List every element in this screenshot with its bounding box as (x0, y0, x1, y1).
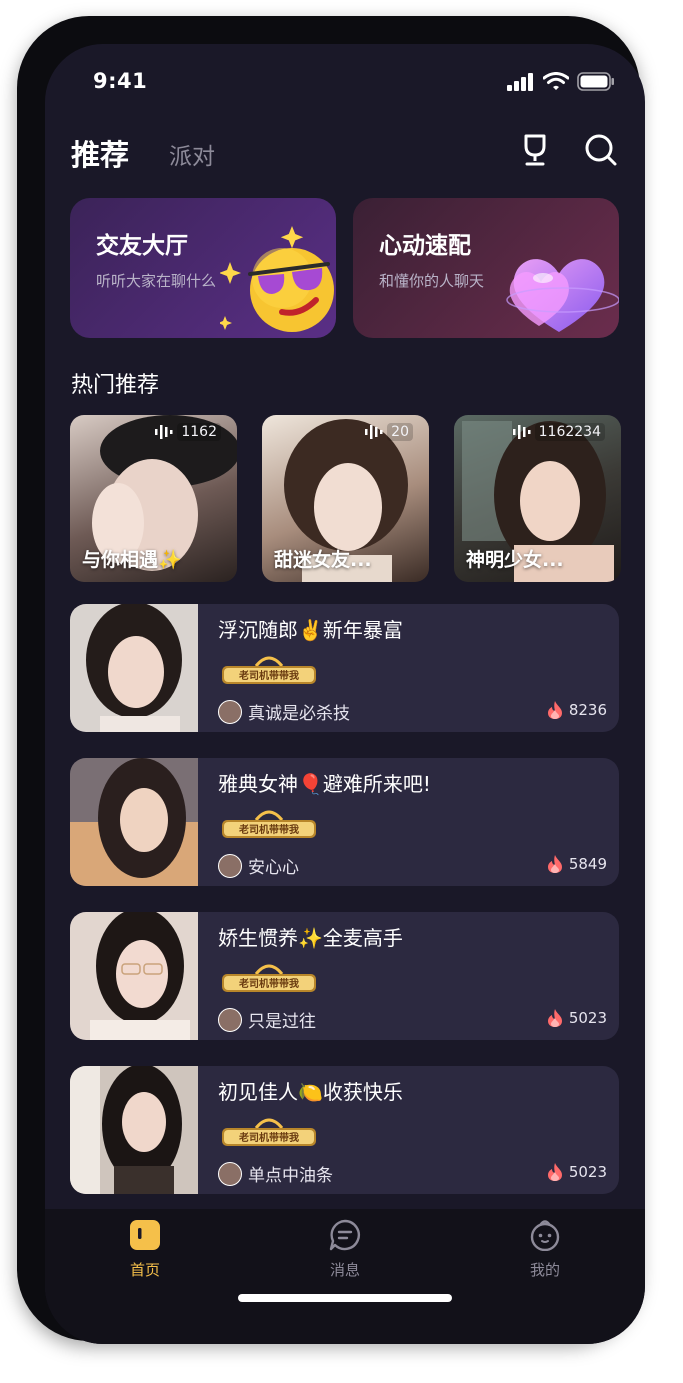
feature-speed-match-title: 心动速配 (379, 233, 471, 259)
listener-count: 20 (365, 423, 413, 441)
home-icon (130, 1220, 160, 1250)
tab-profile-label: 我的 (529, 1261, 560, 1279)
room-list-item[interactable]: 初见佳人🍋收获快乐 老司机带带我 单点中油条 5023 (70, 1066, 619, 1194)
room-heat-value: 5023 (568, 1163, 607, 1181)
room-badge-text: 老司机带带我 (239, 1133, 299, 1144)
hot-room-name: 甜迷女友... (274, 549, 372, 571)
tab-recommend[interactable]: 推荐 (71, 132, 129, 174)
room-heat-value: 5023 (568, 1009, 607, 1027)
profile-icon (530, 1220, 560, 1252)
feature-speed-match-card[interactable]: 心动速配 和懂你的人聊天 (353, 198, 619, 338)
wifi-icon (543, 72, 569, 90)
room-badge-text: 老司机带带我 (239, 979, 299, 990)
status-time: 9:41 (93, 69, 148, 93)
room-title: 浮沉随郎✌️新年暴富 (218, 618, 403, 642)
tab-home[interactable]: 首页 (95, 1219, 195, 1280)
flame-icon (547, 1009, 562, 1027)
phone-frame: 9:41 推荐 派对 交友大厅 听听大家在聊什么 心动速配 和懂你的人聊天 热门… (17, 16, 645, 1344)
flame-icon (547, 855, 562, 873)
feature-chat-hall-subtitle: 听听大家在聊什么 (96, 272, 217, 290)
feature-chat-hall-title: 交友大厅 (96, 233, 188, 259)
room-title: 娇生惯养✨全麦高手 (218, 926, 403, 950)
room-title: 初见佳人🍋收获快乐 (218, 1080, 403, 1104)
audio-wave-icon (365, 425, 383, 439)
listener-count: 1162234 (512, 423, 605, 441)
hot-room-card[interactable]: 20 甜迷女友... (262, 415, 429, 582)
room-thumbnail (70, 912, 198, 1040)
message-icon (329, 1219, 360, 1251)
room-owner-name: 单点中油条 (248, 1166, 333, 1186)
listener-count-value: 20 (387, 423, 413, 441)
room-thumbnail (70, 1066, 198, 1194)
room-list-item[interactable]: 浮沉随郎✌️新年暴富 老司机带带我 真诚是必杀技 8236 (70, 604, 619, 732)
room-owner[interactable]: 单点中油条 (218, 1161, 333, 1186)
audio-wave-icon (512, 425, 531, 439)
room-list-item[interactable]: 雅典女神🎈避难所来吧! 老司机带带我 安心心 5849 (70, 758, 619, 886)
tab-profile[interactable]: 我的 (495, 1219, 595, 1280)
tab-messages-label: 消息 (329, 1261, 360, 1279)
home-indicator (238, 1294, 452, 1302)
hot-room-name: 与你相遇✨ (82, 549, 182, 571)
signal-icon (507, 72, 533, 91)
listener-count-value: 1162234 (534, 423, 605, 441)
search-icon[interactable] (583, 132, 619, 168)
flame-icon (547, 1163, 562, 1181)
flame-icon (547, 701, 562, 719)
tab-party[interactable]: 派对 (169, 137, 215, 171)
hot-room-card[interactable]: 1162 与你相遇✨ (70, 415, 237, 582)
avatar (218, 1007, 242, 1032)
tab-home-label: 首页 (129, 1261, 160, 1279)
hot-room-card[interactable]: 1162234 神明少女... (454, 415, 621, 582)
avatar (218, 699, 242, 724)
room-list-item[interactable]: 娇生惯养✨全麦高手 老司机带带我 只是过往 5023 (70, 912, 619, 1040)
room-owner-name: 安心心 (248, 858, 299, 878)
room-title: 雅典女神🎈避难所来吧! (218, 772, 431, 796)
room-thumbnail (70, 758, 198, 886)
room-owner-name: 真诚是必杀技 (248, 704, 350, 724)
room-heat-value: 8236 (568, 701, 607, 719)
room-badge-text: 老司机带带我 (239, 671, 299, 682)
audio-wave-icon (155, 425, 173, 439)
hot-section-title: 热门推荐 (71, 373, 160, 398)
bottom-tab-bar: 首页 消息 我的 (45, 1209, 645, 1344)
battery-icon (577, 72, 614, 91)
room-owner[interactable]: 只是过往 (218, 1007, 316, 1032)
room-owner[interactable]: 真诚是必杀技 (218, 699, 350, 724)
sunglasses-emoji-icon (220, 226, 334, 332)
room-owner-name: 只是过往 (248, 1012, 316, 1032)
room-owner[interactable]: 安心心 (218, 853, 299, 878)
room-badge-text: 老司机带带我 (239, 825, 299, 836)
room-heat: 5849 (547, 855, 607, 873)
listener-count-value: 1162 (177, 423, 221, 441)
avatar (218, 1161, 242, 1186)
room-heat: 5023 (547, 1163, 607, 1181)
status-icons (507, 72, 615, 91)
listener-count: 1162 (155, 423, 221, 441)
tab-messages[interactable]: 消息 (295, 1219, 395, 1280)
avatar (218, 853, 242, 878)
hot-room-name: 神明少女... (466, 549, 564, 571)
trophy-icon[interactable] (517, 132, 553, 168)
feature-speed-match-subtitle: 和懂你的人聊天 (379, 272, 485, 290)
room-heat-value: 5849 (568, 855, 607, 873)
screen: 9:41 推荐 派对 交友大厅 听听大家在聊什么 心动速配 和懂你的人聊天 热门… (45, 44, 645, 1344)
room-heat: 5023 (547, 1009, 607, 1027)
room-thumbnail (70, 604, 198, 732)
room-heat: 8236 (547, 701, 607, 719)
feature-chat-hall-card[interactable]: 交友大厅 听听大家在聊什么 (70, 198, 336, 338)
heart-icon (506, 259, 619, 332)
